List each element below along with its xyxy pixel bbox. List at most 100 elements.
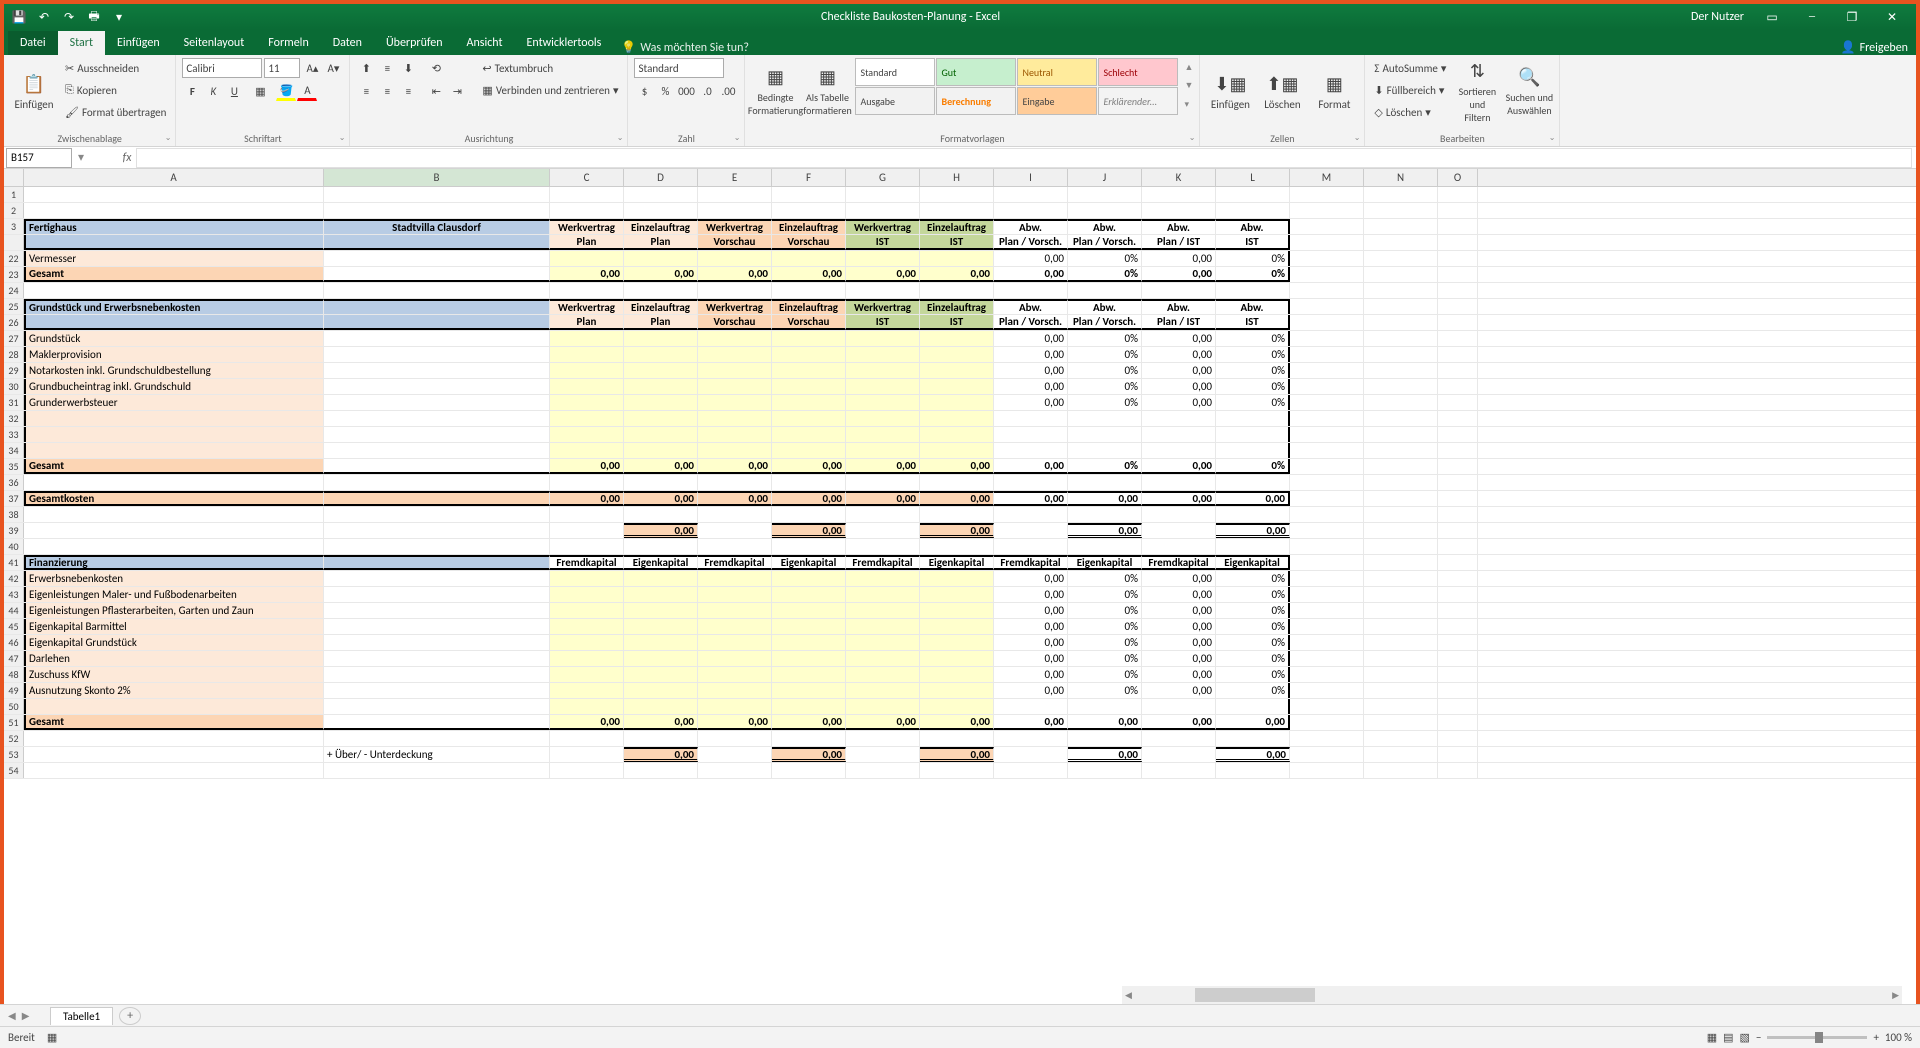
cell-D29[interactable]	[624, 363, 698, 378]
cell-C54[interactable]	[550, 763, 624, 778]
cell-G40[interactable]	[846, 539, 920, 554]
cell-G49[interactable]	[846, 683, 920, 698]
cell-K41[interactable]: Fremdkapital	[1142, 555, 1216, 570]
cell-A33[interactable]	[24, 427, 324, 442]
cell-E36[interactable]	[698, 475, 772, 490]
cell-H25[interactable]: Einzelauftrag	[920, 299, 994, 314]
cell-E42[interactable]	[698, 571, 772, 586]
cell-B22[interactable]	[324, 251, 550, 266]
cell-H39[interactable]: 0,00	[920, 523, 994, 538]
cell-J53[interactable]: 0,00	[1068, 747, 1142, 762]
cell-C29[interactable]	[550, 363, 624, 378]
align-top-icon[interactable]: ⬆	[356, 58, 376, 78]
cell-L54[interactable]	[1216, 763, 1290, 778]
cell-D2[interactable]	[624, 203, 698, 218]
scroll-left-icon[interactable]: ◀	[1125, 990, 1132, 1001]
align-left-icon[interactable]: ≡	[356, 81, 376, 101]
cell-C22[interactable]	[550, 251, 624, 266]
cell-I47[interactable]: 0,00	[994, 651, 1068, 666]
cell-G23[interactable]: 0,00	[846, 267, 920, 282]
style-standard[interactable]: Standard	[855, 58, 935, 86]
view-normal-icon[interactable]: ▦	[1707, 1031, 1717, 1044]
cell-L25[interactable]: Abw.	[1216, 299, 1290, 314]
cell-N47[interactable]	[1364, 651, 1438, 666]
cell-L32[interactable]	[1216, 411, 1290, 426]
cell-N37[interactable]	[1364, 491, 1438, 506]
cell-B44[interactable]	[324, 603, 550, 618]
cell-O23[interactable]	[1438, 267, 1478, 282]
row-header[interactable]: 51	[4, 715, 24, 730]
cell-K39[interactable]	[1142, 523, 1216, 538]
cell-K40[interactable]	[1142, 539, 1216, 554]
cell-L44[interactable]: 0%	[1216, 603, 1290, 618]
row-header[interactable]: 34	[4, 443, 24, 458]
cell-I29[interactable]: 0,00	[994, 363, 1068, 378]
cell-I45[interactable]: 0,00	[994, 619, 1068, 634]
cell-C39[interactable]	[550, 523, 624, 538]
cell-L22[interactable]: 0%	[1216, 251, 1290, 266]
cell-E22[interactable]	[698, 251, 772, 266]
cell-G51[interactable]: 0,00	[846, 715, 920, 730]
row-header[interactable]: 54	[4, 763, 24, 778]
cell-O53[interactable]	[1438, 747, 1478, 762]
cell-F36[interactable]	[772, 475, 846, 490]
cell-N42[interactable]	[1364, 571, 1438, 586]
cell-I43[interactable]: 0,00	[994, 587, 1068, 602]
col-header-A[interactable]: A	[24, 169, 324, 186]
view-break-icon[interactable]: ▧	[1740, 1031, 1750, 1044]
cell-M29[interactable]	[1290, 363, 1364, 378]
cell-B33[interactable]	[324, 427, 550, 442]
cell-L34[interactable]	[1216, 443, 1290, 458]
cell-K29[interactable]: 0,00	[1142, 363, 1216, 378]
cell-C43[interactable]	[550, 587, 624, 602]
cell-F2[interactable]	[772, 203, 846, 218]
cell-I24[interactable]	[994, 283, 1068, 298]
cell-L48[interactable]: 0%	[1216, 667, 1290, 682]
cell-F48[interactable]	[772, 667, 846, 682]
col-header-E[interactable]: E	[698, 169, 772, 186]
cell-D49[interactable]	[624, 683, 698, 698]
cell-J25[interactable]: Abw.	[1068, 299, 1142, 314]
cell-N41[interactable]	[1364, 555, 1438, 570]
cell-G50[interactable]	[846, 699, 920, 714]
row-header[interactable]: 52	[4, 731, 24, 746]
cell-B2[interactable]	[324, 203, 550, 218]
col-header-B[interactable]: B	[324, 169, 550, 186]
cell-J24[interactable]	[1068, 283, 1142, 298]
cell-N48[interactable]	[1364, 667, 1438, 682]
cell-G45[interactable]	[846, 619, 920, 634]
cell-B30[interactable]	[324, 379, 550, 394]
cell-D45[interactable]	[624, 619, 698, 634]
cell-K47[interactable]: 0,00	[1142, 651, 1216, 666]
cell-L37[interactable]: 0,00	[1216, 491, 1290, 506]
cell-N35[interactable]	[1364, 459, 1438, 474]
cell-G47[interactable]	[846, 651, 920, 666]
cell-J51[interactable]: 0,00	[1068, 715, 1142, 730]
cell-M[interactable]	[1290, 235, 1364, 250]
close-icon[interactable]: ✕	[1872, 4, 1912, 30]
cell-G1[interactable]	[846, 187, 920, 202]
cell-K33[interactable]	[1142, 427, 1216, 442]
cell-C35[interactable]: 0,00	[550, 459, 624, 474]
format-painter-button[interactable]: 🖌Format übertragen	[62, 102, 169, 122]
cell-J23[interactable]: 0%	[1068, 267, 1142, 282]
tab-view[interactable]: Ansicht	[455, 31, 515, 55]
cell-H51[interactable]: 0,00	[920, 715, 994, 730]
cell-G33[interactable]	[846, 427, 920, 442]
style-neutral[interactable]: Neutral	[1017, 58, 1097, 86]
cell-J40[interactable]	[1068, 539, 1142, 554]
cell-K27[interactable]: 0,00	[1142, 331, 1216, 346]
cell-J33[interactable]	[1068, 427, 1142, 442]
cell-I52[interactable]	[994, 731, 1068, 746]
cell-O34[interactable]	[1438, 443, 1478, 458]
cell-J30[interactable]: 0%	[1068, 379, 1142, 394]
cell-O43[interactable]	[1438, 587, 1478, 602]
font-color-button[interactable]: A	[297, 81, 317, 101]
cell-J48[interactable]: 0%	[1068, 667, 1142, 682]
tab-layout[interactable]: Seitenlayout	[172, 31, 257, 55]
cell-K25[interactable]: Abw.	[1142, 299, 1216, 314]
cell-B42[interactable]	[324, 571, 550, 586]
row-header[interactable]: 36	[4, 475, 24, 490]
cell-E35[interactable]: 0,00	[698, 459, 772, 474]
cell-D30[interactable]	[624, 379, 698, 394]
